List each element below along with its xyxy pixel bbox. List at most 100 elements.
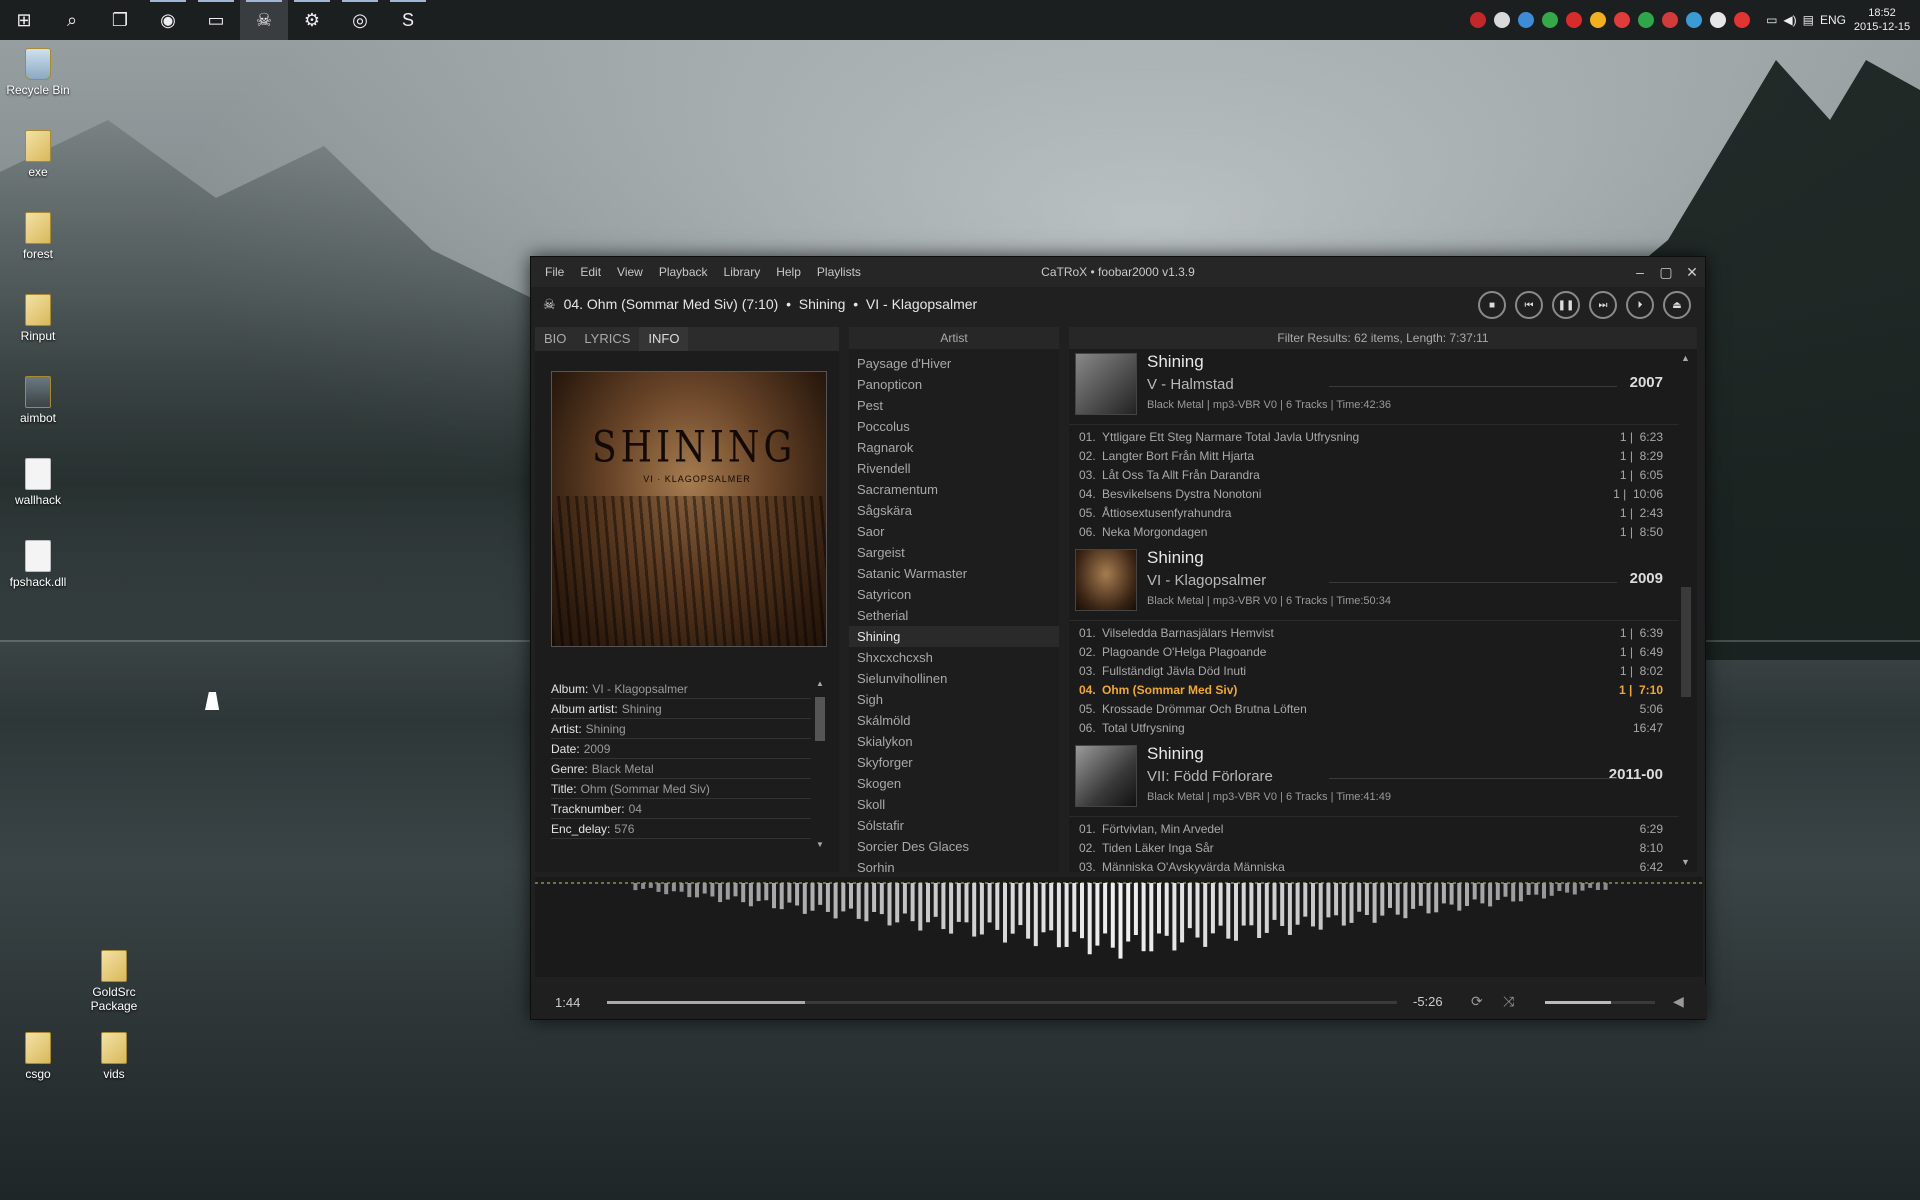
artist-list-item[interactable]: Satanic Warmaster [849,563,1059,584]
album-header[interactable]: Shining VI - Klagopsalmer 2009 Black Metal … [1069,545,1679,621]
desktop-icon-goldsrc-package[interactable]: GoldSrc Package [76,950,152,1013]
chrome-icon[interactable]: ◉ [144,0,192,40]
eject-button[interactable]: ⏏ [1663,291,1691,319]
tray-app-icon[interactable] [1494,12,1511,28]
scroll-up-icon[interactable]: ▲ [1681,353,1690,363]
scroll-up-icon[interactable]: ▲ [815,679,825,688]
playlist-scrollbar[interactable]: ▲ ▼ [1681,353,1691,867]
scroll-down-icon[interactable]: ▼ [815,840,825,849]
tray-app-icon[interactable] [1518,12,1535,28]
network-icon[interactable]: ▭ [1766,13,1777,27]
artist-list-item[interactable]: Sorhin [849,857,1059,878]
tray-app-icon[interactable] [1614,12,1631,28]
steam-icon[interactable]: ⚙ [288,0,336,40]
artist-list-item[interactable]: Sargeist [849,542,1059,563]
track-row[interactable]: 03. Människa O'Avskyvärda Människa 6:42 [1069,858,1679,877]
task-view-icon[interactable]: ❐ [96,0,144,40]
artist-list-item[interactable]: Skialykon [849,731,1059,752]
desktop-icon-wallhack[interactable]: wallhack [0,458,76,507]
artist-list-item[interactable]: Poccolus [849,416,1059,437]
desktop-icon-fpshack-dll[interactable]: fpshack.dll [0,540,76,589]
track-row[interactable]: 02. Plagoande O'Helga Plagoande 1 | 6:49 [1069,643,1679,662]
desktop-icon-vids[interactable]: vids [76,1032,152,1081]
notifications-icon[interactable]: ▤ [1803,13,1814,27]
track-row[interactable]: 06. Total Utfrysning 16:47 [1069,719,1679,738]
menu-file[interactable]: File [537,265,572,279]
track-row[interactable]: 06. Neka Morgondagen 1 | 8:50 [1069,523,1679,542]
desktop-icon-csgo[interactable]: csgo [0,1032,76,1081]
track-row[interactable]: 01. Vilseledda Barnasjälars Hemvist 1 | 6:… [1069,624,1679,643]
tray-app-icon[interactable] [1542,12,1559,28]
desktop-icon-exe[interactable]: exe [0,130,76,179]
artist-list-item[interactable]: Sågskära [849,500,1059,521]
scroll-down-icon[interactable]: ▼ [1681,857,1690,867]
artist-list-item[interactable]: Skogen [849,773,1059,794]
tray-app-icon[interactable] [1566,12,1583,28]
artist-list-item[interactable]: Skoll [849,794,1059,815]
seek-slider[interactable] [607,1001,1397,1004]
desktop-icon-forest[interactable]: forest [0,212,76,261]
search-icon[interactable]: ⌕ [48,0,96,40]
artist-list-item[interactable]: Sigh [849,689,1059,710]
artist-list-item[interactable]: Saor [849,521,1059,542]
pause-button[interactable]: ❚❚ [1552,291,1580,319]
track-row[interactable]: 02. Langter Bort Från Mitt Hjarta 1 | 8:29 [1069,447,1679,466]
scroll-thumb[interactable] [1681,587,1691,697]
artist-list-item[interactable]: Skálmöld [849,710,1059,731]
tab-info[interactable]: INFO [639,327,689,351]
previous-button[interactable]: ⏮ [1515,291,1543,319]
shuffle-icon[interactable]: ⤨ [1503,993,1514,1010]
skype-icon[interactable]: S [384,0,432,40]
stop-button[interactable]: ■ [1478,291,1506,319]
tab-lyrics[interactable]: LYRICS [575,327,639,351]
close-icon[interactable]: ✕ [1679,257,1705,287]
tray-app-icon[interactable] [1734,12,1751,28]
artist-list-item[interactable]: Paysage d'Hiver [849,353,1059,374]
minimize-icon[interactable]: – [1627,257,1653,287]
track-row[interactable]: 05. Åttiosextusenfyrahundra 1 | 2:43 [1069,504,1679,523]
album-header[interactable]: Shining V - Halmstad 2007 Black Metal | mp3… [1069,349,1679,425]
desktop-icon-rinput[interactable]: Rinput [0,294,76,343]
track-row[interactable]: 01. Yttligare Ett Steg Narmare Total Javl… [1069,428,1679,447]
artist-list-item[interactable]: Ragnarok [849,437,1059,458]
discord-icon[interactable]: ◎ [336,0,384,40]
artist-list-item[interactable]: Sorcier Des Glaces [849,836,1059,857]
info-scrollbar[interactable]: ▲ ▼ [815,679,825,849]
menu-help[interactable]: Help [768,265,809,279]
speaker-icon[interactable]: ◀ [1673,993,1684,1010]
track-row-playing[interactable]: 04. Ohm (Sommar Med Siv) 1 | 7:10 [1069,681,1679,700]
language-indicator[interactable]: ENG [1820,13,1846,27]
tray-app-icon[interactable] [1662,12,1679,28]
next-button[interactable]: ⏭ [1589,291,1617,319]
artist-list-item[interactable]: Satyricon [849,584,1059,605]
volume-icon[interactable]: ◀) [1783,13,1796,27]
artist-list-item[interactable]: Shxcxchcxsh [849,647,1059,668]
track-row[interactable]: 02. Tiden Läker Inga Sår 8:10 [1069,839,1679,858]
artist-list-item[interactable]: Shining [849,626,1059,647]
menu-view[interactable]: View [609,265,651,279]
tray-app-icon[interactable] [1686,12,1703,28]
artist-list-item[interactable]: Sielunvihollinen [849,668,1059,689]
random-button[interactable]: ⏵ [1626,291,1654,319]
album-header[interactable]: Shining VII: Född Förlorare 2011-00 Black M… [1069,741,1679,817]
menu-playlists[interactable]: Playlists [809,265,869,279]
track-row[interactable]: 03. Låt Oss Ta Allt Från Darandra 1 | 6:05 [1069,466,1679,485]
artist-list-item[interactable]: Rivendell [849,458,1059,479]
artist-list-item[interactable]: Panopticon [849,374,1059,395]
menu-edit[interactable]: Edit [572,265,609,279]
foobar-icon[interactable]: ☠ [240,0,288,40]
tray-app-icon[interactable] [1710,12,1727,28]
repeat-icon[interactable]: ⟳ [1471,993,1483,1010]
artist-list-item[interactable]: Skyforger [849,752,1059,773]
start-icon[interactable]: ⊞ [0,0,48,40]
track-row[interactable]: 04. Besvikelsens Dystra Nonotoni 1 | 10:06 [1069,485,1679,504]
maximize-icon[interactable]: ▢ [1653,257,1679,287]
desktop-icon-aimbot[interactable]: aimbot [0,376,76,425]
desktop-icon-recycle-bin[interactable]: Recycle Bin [0,48,76,97]
explorer-icon[interactable]: ▭ [192,0,240,40]
menu-playback[interactable]: Playback [651,265,716,279]
artist-list-item[interactable]: Setherial [849,605,1059,626]
tray-app-icon[interactable] [1470,12,1487,28]
track-row[interactable]: 03. Fullständigt Jävla Död Inuti 1 | 8:02 [1069,662,1679,681]
volume-slider[interactable] [1545,1001,1655,1004]
